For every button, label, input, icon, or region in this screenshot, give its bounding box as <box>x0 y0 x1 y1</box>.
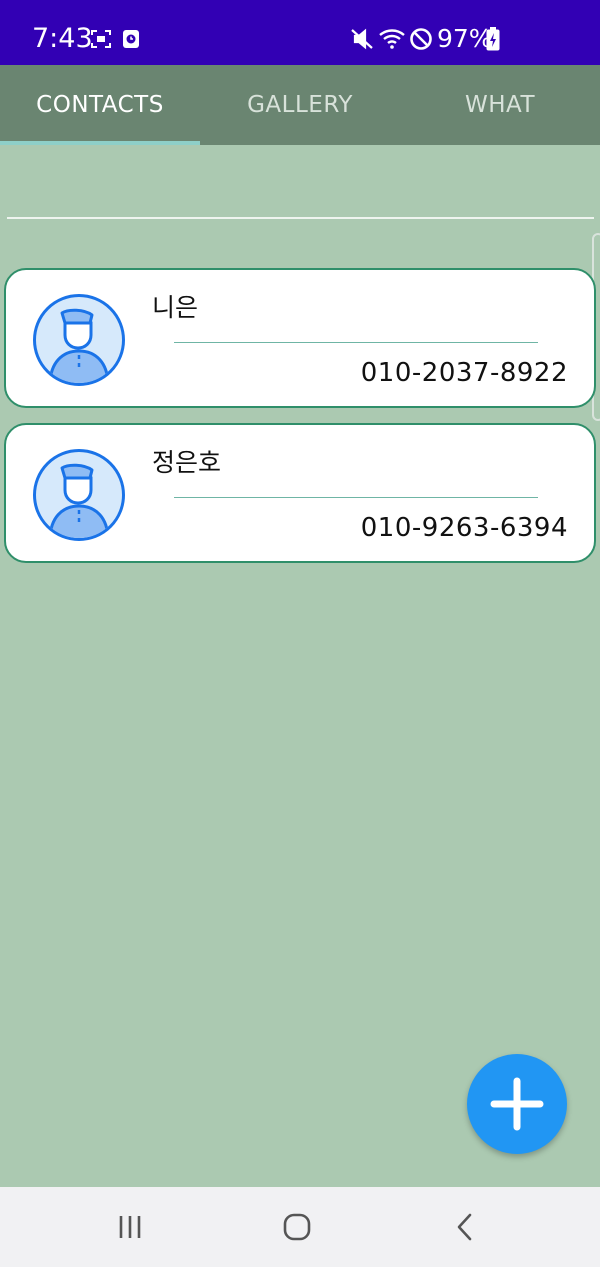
contact-list-screen: 니은 010-2037-8922 정은호 010-9263-6394 <box>0 145 600 1187</box>
do-not-disturb-icon <box>406 22 436 56</box>
tab-contacts[interactable]: CONTACTS <box>0 65 200 145</box>
home-icon[interactable] <box>267 1207 327 1247</box>
contact-phone: 010-2037-8922 <box>360 358 568 388</box>
recorder-icon <box>116 22 146 56</box>
search-field-underline[interactable] <box>7 217 594 219</box>
tab-label: CONTACTS <box>36 92 164 118</box>
contact-name: 니은 <box>152 293 199 322</box>
contact-card[interactable]: 니은 010-2037-8922 <box>4 268 596 408</box>
contact-divider <box>174 342 538 343</box>
recent-apps-icon[interactable] <box>100 1207 160 1247</box>
tab-gallery[interactable]: GALLERY <box>200 65 400 145</box>
screenshot-icon <box>86 22 116 56</box>
status-bar: 7:43 97% <box>0 0 600 65</box>
back-icon[interactable] <box>435 1207 495 1247</box>
mute-icon <box>347 22 377 56</box>
tab-label: WHAT <box>464 92 536 118</box>
contact-name: 정은호 <box>152 448 222 477</box>
tab-what[interactable]: WHAT <box>400 65 600 145</box>
system-navigation-bar <box>0 1187 600 1267</box>
add-contact-button[interactable] <box>467 1054 567 1154</box>
person-avatar-icon <box>33 294 125 386</box>
person-avatar-icon <box>33 449 125 541</box>
contact-divider <box>174 497 538 498</box>
battery-charging-icon <box>483 22 503 56</box>
contact-phone: 010-9263-6394 <box>360 513 568 543</box>
tab-label: GALLERY <box>247 92 353 118</box>
plus-icon <box>490 1077 544 1131</box>
status-time: 7:43 <box>32 23 93 54</box>
tab-bar: CONTACTS GALLERY WHAT <box>0 65 600 145</box>
wifi-icon <box>377 22 407 56</box>
contact-card[interactable]: 정은호 010-9263-6394 <box>4 423 596 563</box>
